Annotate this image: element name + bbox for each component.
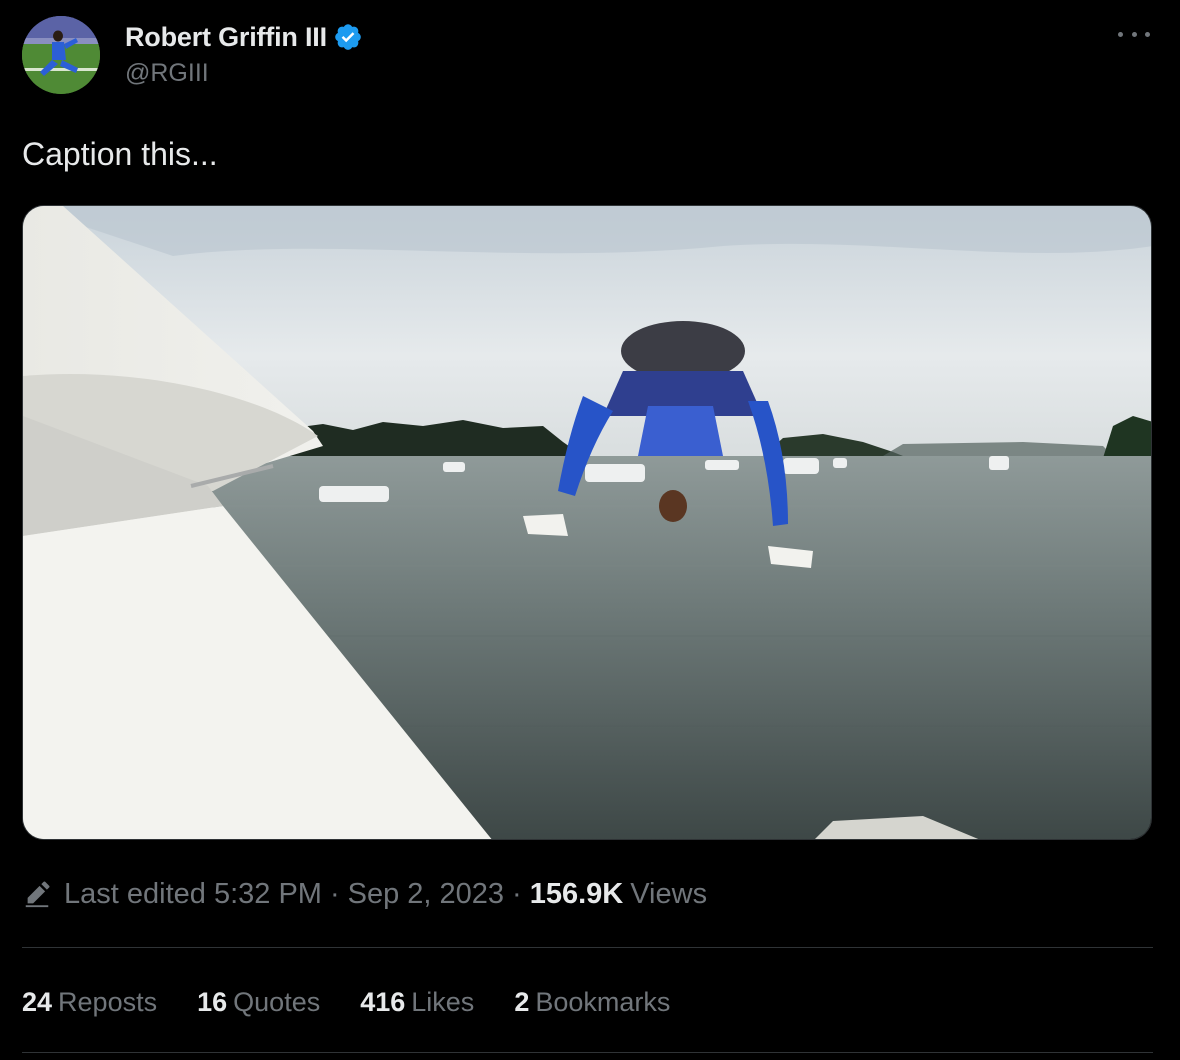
tweet-text: Caption this...: [22, 136, 218, 172]
views-count: 156.9K: [529, 877, 624, 910]
more-options-icon[interactable]: [1118, 24, 1150, 44]
divider: [22, 1052, 1153, 1053]
stat-quotes[interactable]: 16 Quotes: [197, 987, 320, 1018]
avatar-image: [22, 16, 100, 94]
meta-separator: ·: [329, 877, 340, 910]
stat-reposts[interactable]: 24 Reposts: [22, 987, 157, 1018]
divider: [22, 947, 1153, 948]
photo-man-jumping-icon: [23, 206, 1151, 839]
tweet-detail: Robert Griffin III @RGIII Caption this..…: [0, 0, 1180, 1060]
author-handle[interactable]: @RGIII: [125, 59, 363, 88]
tweet-time[interactable]: 5:32 PM: [214, 878, 322, 911]
verified-badge-icon[interactable]: [333, 22, 363, 52]
display-name-row: Robert Griffin III: [125, 20, 363, 54]
tweet-date[interactable]: Sep 2, 2023: [348, 878, 504, 911]
pencil-icon[interactable]: [22, 879, 52, 909]
tweet-media-photo[interactable]: [22, 205, 1152, 840]
tweet-meta: Last edited 5:32 PM · Sep 2, 2023 · 156.…: [22, 874, 707, 914]
tweet-stats: 24 Reposts 16 Quotes 416 Likes 2 Bookmarks: [22, 984, 710, 1020]
stat-bookmarks[interactable]: 2 Bookmarks: [514, 987, 670, 1018]
stat-likes[interactable]: 416 Likes: [360, 987, 474, 1018]
avatar[interactable]: [22, 16, 100, 94]
views-label: Views: [630, 877, 708, 910]
last-edited-label[interactable]: Last edited: [64, 878, 206, 911]
display-name[interactable]: Robert Griffin III: [125, 22, 327, 53]
meta-separator: ·: [512, 877, 522, 910]
tweet-header: Robert Griffin III @RGIII: [22, 16, 363, 96]
author-names: Robert Griffin III @RGIII: [125, 20, 363, 88]
